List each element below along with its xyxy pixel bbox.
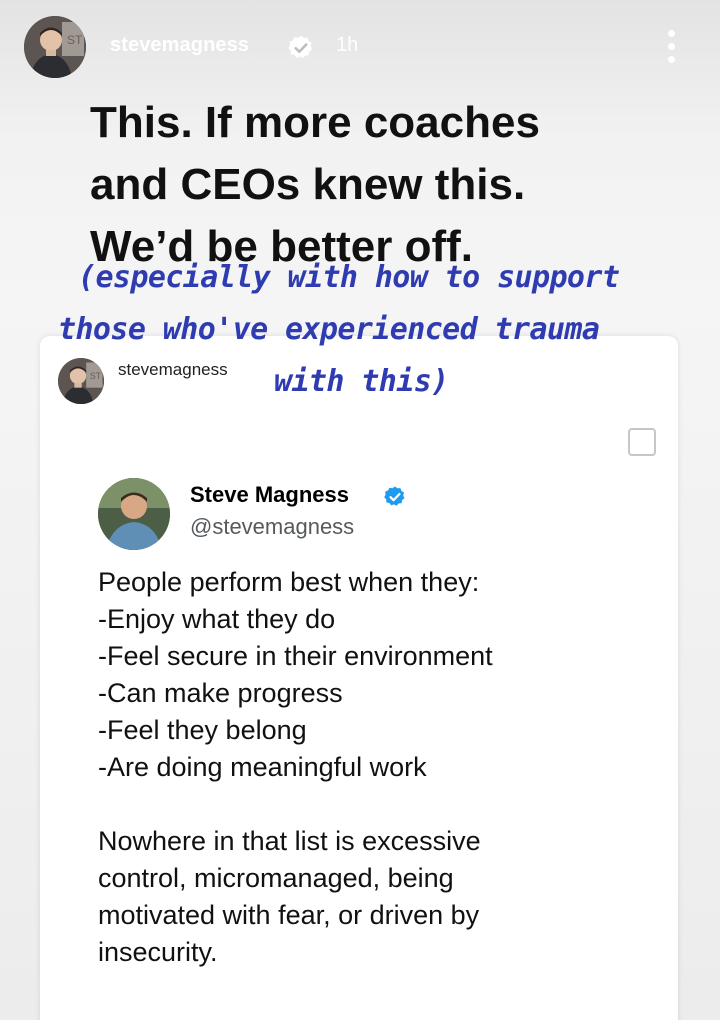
tweet-line: -Feel they belong bbox=[98, 715, 307, 745]
story-caption: This. If more coaches and CEOs knew this… bbox=[90, 92, 710, 278]
tweet-body-paragraph: Nowhere in that list is excessive contro… bbox=[98, 823, 658, 971]
story-username[interactable]: stevemagness bbox=[110, 34, 249, 57]
profile-photo-icon: ST bbox=[58, 358, 104, 404]
verified-badge-icon bbox=[288, 35, 312, 59]
shared-post-username[interactable]: stevemagness bbox=[118, 360, 228, 380]
tweet-author-name: Steve Magness bbox=[190, 482, 349, 507]
caption-line: We’d be better off. bbox=[90, 222, 473, 271]
tweet-line: -Are doing meaningful work bbox=[98, 752, 427, 782]
caption-line: This. If more coaches bbox=[90, 98, 540, 147]
tweet-line: insecurity. bbox=[98, 937, 218, 967]
story-header: ST stevemagness 1h bbox=[0, 0, 720, 96]
more-dot-icon bbox=[668, 43, 675, 50]
more-dot-icon bbox=[668, 56, 675, 63]
shared-post-avatar[interactable]: ST bbox=[58, 358, 104, 404]
svg-text:ST: ST bbox=[90, 371, 102, 381]
tweet-line: -Enjoy what they do bbox=[98, 604, 336, 634]
tweet-line: control, micromanaged, being bbox=[98, 863, 454, 893]
author-photo-icon bbox=[98, 478, 170, 550]
select-square-icon[interactable] bbox=[628, 428, 656, 456]
tweet-line: -Feel secure in their environment bbox=[98, 641, 493, 671]
story-profile-avatar[interactable]: ST bbox=[24, 16, 86, 78]
tweet-line: -Can make progress bbox=[98, 678, 343, 708]
more-options-button[interactable] bbox=[658, 24, 686, 68]
tweet-author-avatar bbox=[98, 478, 170, 550]
verified-badge-icon bbox=[384, 486, 405, 506]
tweet-author-handle: @stevemagness bbox=[190, 514, 355, 539]
story-timestamp: 1h bbox=[336, 34, 359, 56]
svg-text:ST: ST bbox=[67, 33, 83, 47]
shared-post-card[interactable]: ST stevemagness Steve Magness @stevemagn… bbox=[40, 336, 678, 1020]
tweet-line: Nowhere in that list is excessive bbox=[98, 826, 481, 856]
tweet-line: People perform best when they: bbox=[98, 567, 480, 597]
tweet-line: motivated with fear, or driven by bbox=[98, 900, 480, 930]
story-view: ST stevemagness 1h This. If more coaches… bbox=[0, 0, 720, 1020]
more-dot-icon bbox=[668, 30, 675, 37]
profile-photo-icon: ST bbox=[24, 16, 86, 78]
tweet-body: People perform best when they: -Enjoy wh… bbox=[98, 564, 658, 786]
caption-line: and CEOs knew this. bbox=[90, 160, 526, 209]
